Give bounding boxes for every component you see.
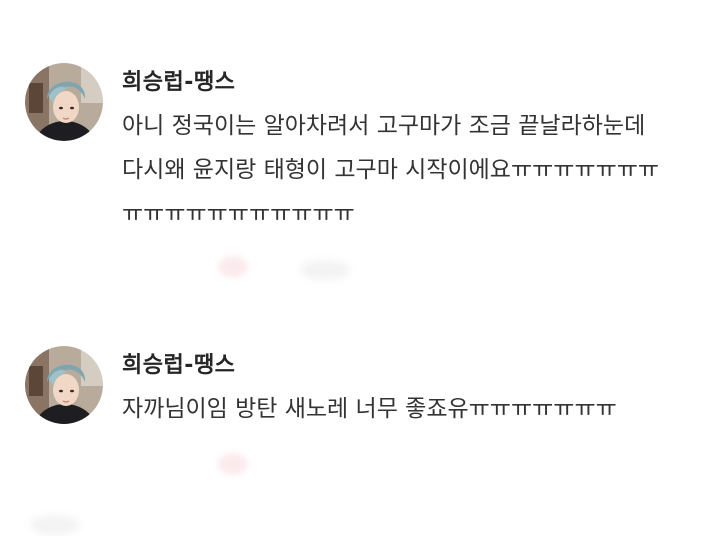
comment-author[interactable]: 희승럽-땡스	[122, 347, 235, 379]
profile-photo-icon	[25, 63, 103, 141]
comment-text: 아니 정국이는 알아차려서 고구마가 조금 끝날라하눈데 다시왜 윤지랑 태형이…	[122, 104, 702, 236]
comment-author[interactable]: 희승럽-땡스	[122, 64, 235, 96]
like-heart-icon[interactable]	[218, 256, 248, 278]
faded-action	[30, 515, 80, 535]
profile-photo-icon	[25, 346, 103, 424]
comment-line: 다시왜 윤지랑 태형이 고구마 시작이에요ㅠㅠㅠㅠㅠㅠㅠ	[122, 157, 660, 183]
avatar[interactable]	[25, 63, 103, 141]
comment-line: 자까님이임 방탄 새노레 너무 좋죠유ㅠㅠㅠㅠㅠㅠㅠ	[122, 396, 617, 422]
comment-thread: 희승럽-땡스 아니 정국이는 알아차려서 고구마가 조금 끝날라하눈데 다시왜 …	[0, 0, 716, 536]
faded-action	[300, 260, 350, 280]
comment-line: ㅠㅠㅠㅠㅠㅠㅠㅠㅠㅠㅠ	[122, 201, 355, 227]
avatar[interactable]	[25, 346, 103, 424]
comment-line: 아니 정국이는 알아차려서 고구마가 조금 끝날라하눈데	[122, 113, 646, 139]
comment-text: 자까님이임 방탄 새노레 너무 좋죠유ㅠㅠㅠㅠㅠㅠㅠ	[122, 387, 702, 431]
like-heart-icon[interactable]	[218, 453, 248, 475]
